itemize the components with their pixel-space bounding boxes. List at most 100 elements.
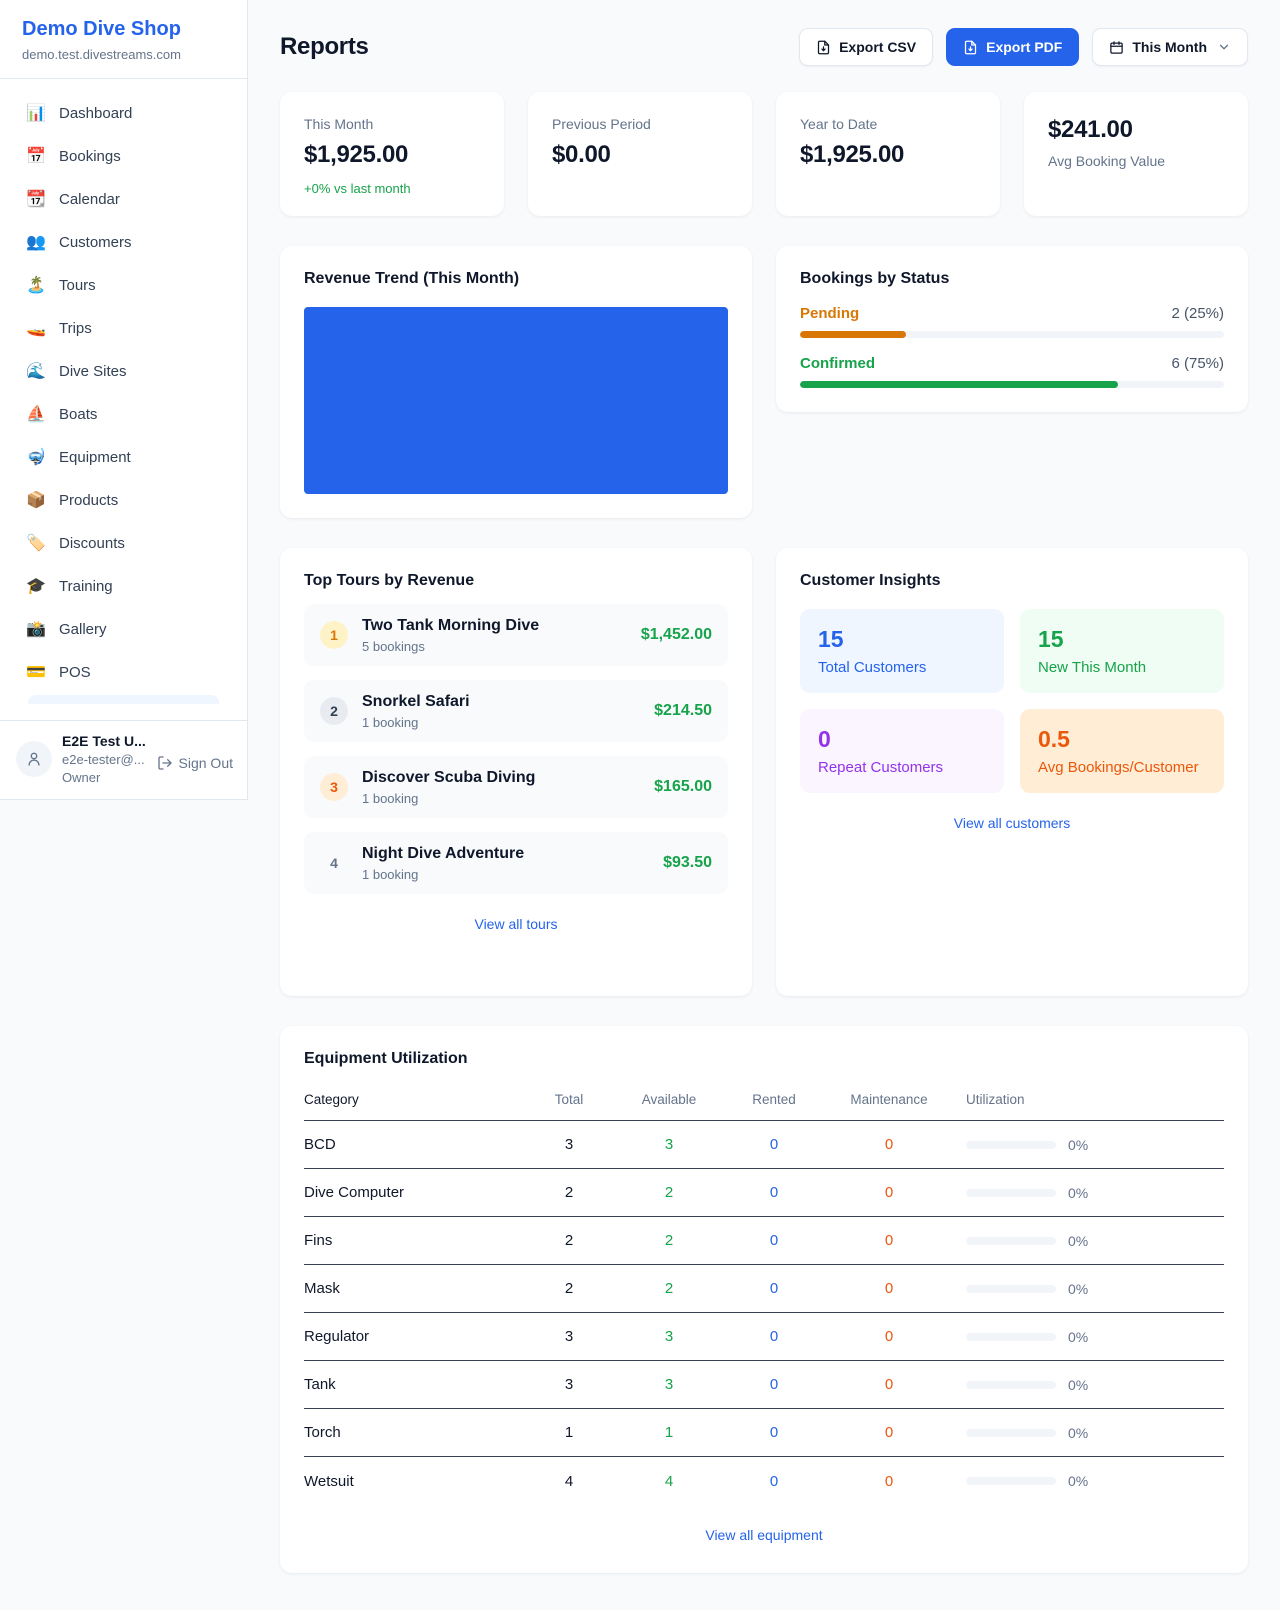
- list-item: 1 Two Tank Morning Dive 5 bookings $1,45…: [304, 604, 728, 666]
- sidebar-item-training[interactable]: 🎓 Training: [14, 566, 233, 606]
- cell-rented: 0: [724, 1136, 824, 1153]
- bookings-by-status-title: Bookings by Status: [800, 270, 1224, 288]
- period-select[interactable]: This Month: [1092, 28, 1248, 66]
- table-row: Fins 2 2 0 0 0%: [304, 1217, 1224, 1265]
- cell-rented: 0: [724, 1473, 824, 1490]
- user-email: e2e-tester@...: [62, 752, 146, 767]
- tile-label: New This Month: [1038, 659, 1206, 676]
- stat-label: Avg Booking Value: [1048, 153, 1224, 169]
- cell-maintenance: 0: [824, 1424, 954, 1441]
- tear-calendar-icon: 📆: [26, 189, 46, 209]
- sidebar-item-label: Customers: [59, 234, 132, 251]
- sidebar-item-equipment[interactable]: 🤿 Equipment: [14, 437, 233, 477]
- sailboat-icon: ⛵: [26, 404, 46, 424]
- tour-amount: $93.50: [651, 854, 712, 872]
- stat-delta: +0% vs last month: [304, 181, 480, 196]
- cell-total: 4: [524, 1473, 614, 1490]
- cell-available: 2: [614, 1280, 724, 1297]
- tile-value: 0.5: [1038, 726, 1206, 753]
- sidebar-item-dive-sites[interactable]: 🌊 Dive Sites: [14, 351, 233, 391]
- sidebar-item-products[interactable]: 📦 Products: [14, 480, 233, 520]
- stat-value: $1,925.00: [304, 141, 480, 169]
- cell-utilization: 0%: [954, 1473, 1224, 1489]
- tour-bookings: 1 booking: [362, 715, 470, 730]
- tour-bookings: 1 booking: [362, 791, 535, 806]
- tile-label: Repeat Customers: [818, 759, 986, 776]
- cell-total: 2: [524, 1280, 614, 1297]
- tour-amount: $1,452.00: [629, 626, 712, 644]
- sidebar-item-label: Bookings: [59, 148, 121, 165]
- sidebar-item-trips[interactable]: 🚤 Trips: [14, 308, 233, 348]
- users-icon: 👥: [26, 232, 46, 252]
- status-row-pending: Pending 2 (25%): [800, 305, 1224, 338]
- sidebar-item-gallery[interactable]: 📸 Gallery: [14, 609, 233, 649]
- sidebar-item-label: Discounts: [59, 535, 125, 552]
- sidebar-item-label: Trips: [59, 320, 92, 337]
- speedboat-icon: 🚤: [26, 318, 46, 338]
- status-label: Confirmed: [800, 355, 875, 372]
- cell-rented: 0: [724, 1328, 824, 1345]
- export-pdf-button[interactable]: Export PDF: [946, 28, 1079, 66]
- export-csv-button[interactable]: Export CSV: [799, 28, 933, 66]
- cell-maintenance: 0: [824, 1280, 954, 1297]
- cell-utilization: 0%: [954, 1425, 1224, 1441]
- table-row: Dive Computer 2 2 0 0 0%: [304, 1169, 1224, 1217]
- sidebar-item-calendar[interactable]: 📆 Calendar: [14, 179, 233, 219]
- credit-card-icon: 💳: [26, 662, 46, 682]
- utilization-text: 0%: [1068, 1281, 1088, 1297]
- tag-icon: 🏷️: [26, 533, 46, 553]
- sidebar-item-tours[interactable]: 🏝️ Tours: [14, 265, 233, 305]
- file-download-icon: [963, 40, 978, 55]
- equipment-utilization-card: Equipment Utilization Category Total Ava…: [280, 1026, 1248, 1573]
- sidebar-item-label: Gallery: [59, 621, 107, 638]
- tile-new-this-month: 15 New This Month: [1020, 609, 1224, 693]
- utilization-bar: [966, 1141, 1056, 1149]
- tour-name: Discover Scuba Diving: [362, 769, 535, 787]
- view-all-customers-link[interactable]: View all customers: [954, 815, 1070, 831]
- cell-total: 3: [524, 1376, 614, 1393]
- tile-label: Total Customers: [818, 659, 986, 676]
- column-header-available: Available: [614, 1092, 724, 1107]
- stat-value: $241.00: [1048, 116, 1224, 144]
- sidebar-item-boats[interactable]: ⛵ Boats: [14, 394, 233, 434]
- calendar-icon: [1109, 40, 1124, 55]
- tile-value: 15: [818, 626, 986, 653]
- utilization-bar: [966, 1381, 1056, 1389]
- cell-rented: 0: [724, 1184, 824, 1201]
- charts-row: Revenue Trend (This Month) Bookings by S…: [280, 246, 1248, 518]
- sidebar-item-label: Dashboard: [59, 105, 132, 122]
- sidebar-item-label: Dive Sites: [59, 363, 127, 380]
- utilization-text: 0%: [1068, 1137, 1088, 1153]
- cell-total: 3: [524, 1328, 614, 1345]
- customer-insights-title: Customer Insights: [800, 572, 1224, 590]
- cell-maintenance: 0: [824, 1184, 954, 1201]
- sidebar-item-pos[interactable]: 💳 POS: [14, 652, 233, 692]
- tile-avg-bookings-customer: 0.5 Avg Bookings/Customer: [1020, 709, 1224, 793]
- sign-out-icon: [157, 755, 173, 771]
- sidebar-item-bookings[interactable]: 📅 Bookings: [14, 136, 233, 176]
- view-all-tours-link[interactable]: View all tours: [474, 916, 557, 932]
- view-all-equipment-link[interactable]: View all equipment: [705, 1527, 822, 1543]
- list-item: 2 Snorkel Safari 1 booking $214.50: [304, 680, 728, 742]
- sidebar-item-discounts[interactable]: 🏷️ Discounts: [14, 523, 233, 563]
- utilization-text: 0%: [1068, 1233, 1088, 1249]
- sidebar-item-dashboard[interactable]: 📊 Dashboard: [14, 93, 233, 133]
- stat-label: Previous Period: [552, 116, 728, 132]
- tile-value: 0: [818, 726, 986, 753]
- main-content: Reports Export CSV Export PDF This Month: [248, 0, 1280, 1573]
- revenue-trend-title: Revenue Trend (This Month): [304, 270, 728, 288]
- sign-out-button[interactable]: Sign Out: [157, 755, 233, 771]
- status-count: 6 (75%): [1171, 355, 1224, 372]
- cell-utilization: 0%: [954, 1233, 1224, 1249]
- cell-total: 1: [524, 1424, 614, 1441]
- user-name: E2E Test U...: [62, 733, 146, 749]
- column-header-maintenance: Maintenance: [824, 1092, 954, 1107]
- equipment-table: Category Total Available Rented Maintena…: [304, 1084, 1224, 1505]
- cell-utilization: 0%: [954, 1185, 1224, 1201]
- progress-bar: [800, 331, 1224, 338]
- stat-value: $0.00: [552, 141, 728, 169]
- stat-card-avg-booking-value: $241.00 Avg Booking Value: [1024, 92, 1248, 216]
- tour-amount: $214.50: [642, 702, 712, 720]
- tour-name: Two Tank Morning Dive: [362, 617, 539, 635]
- sidebar-item-customers[interactable]: 👥 Customers: [14, 222, 233, 262]
